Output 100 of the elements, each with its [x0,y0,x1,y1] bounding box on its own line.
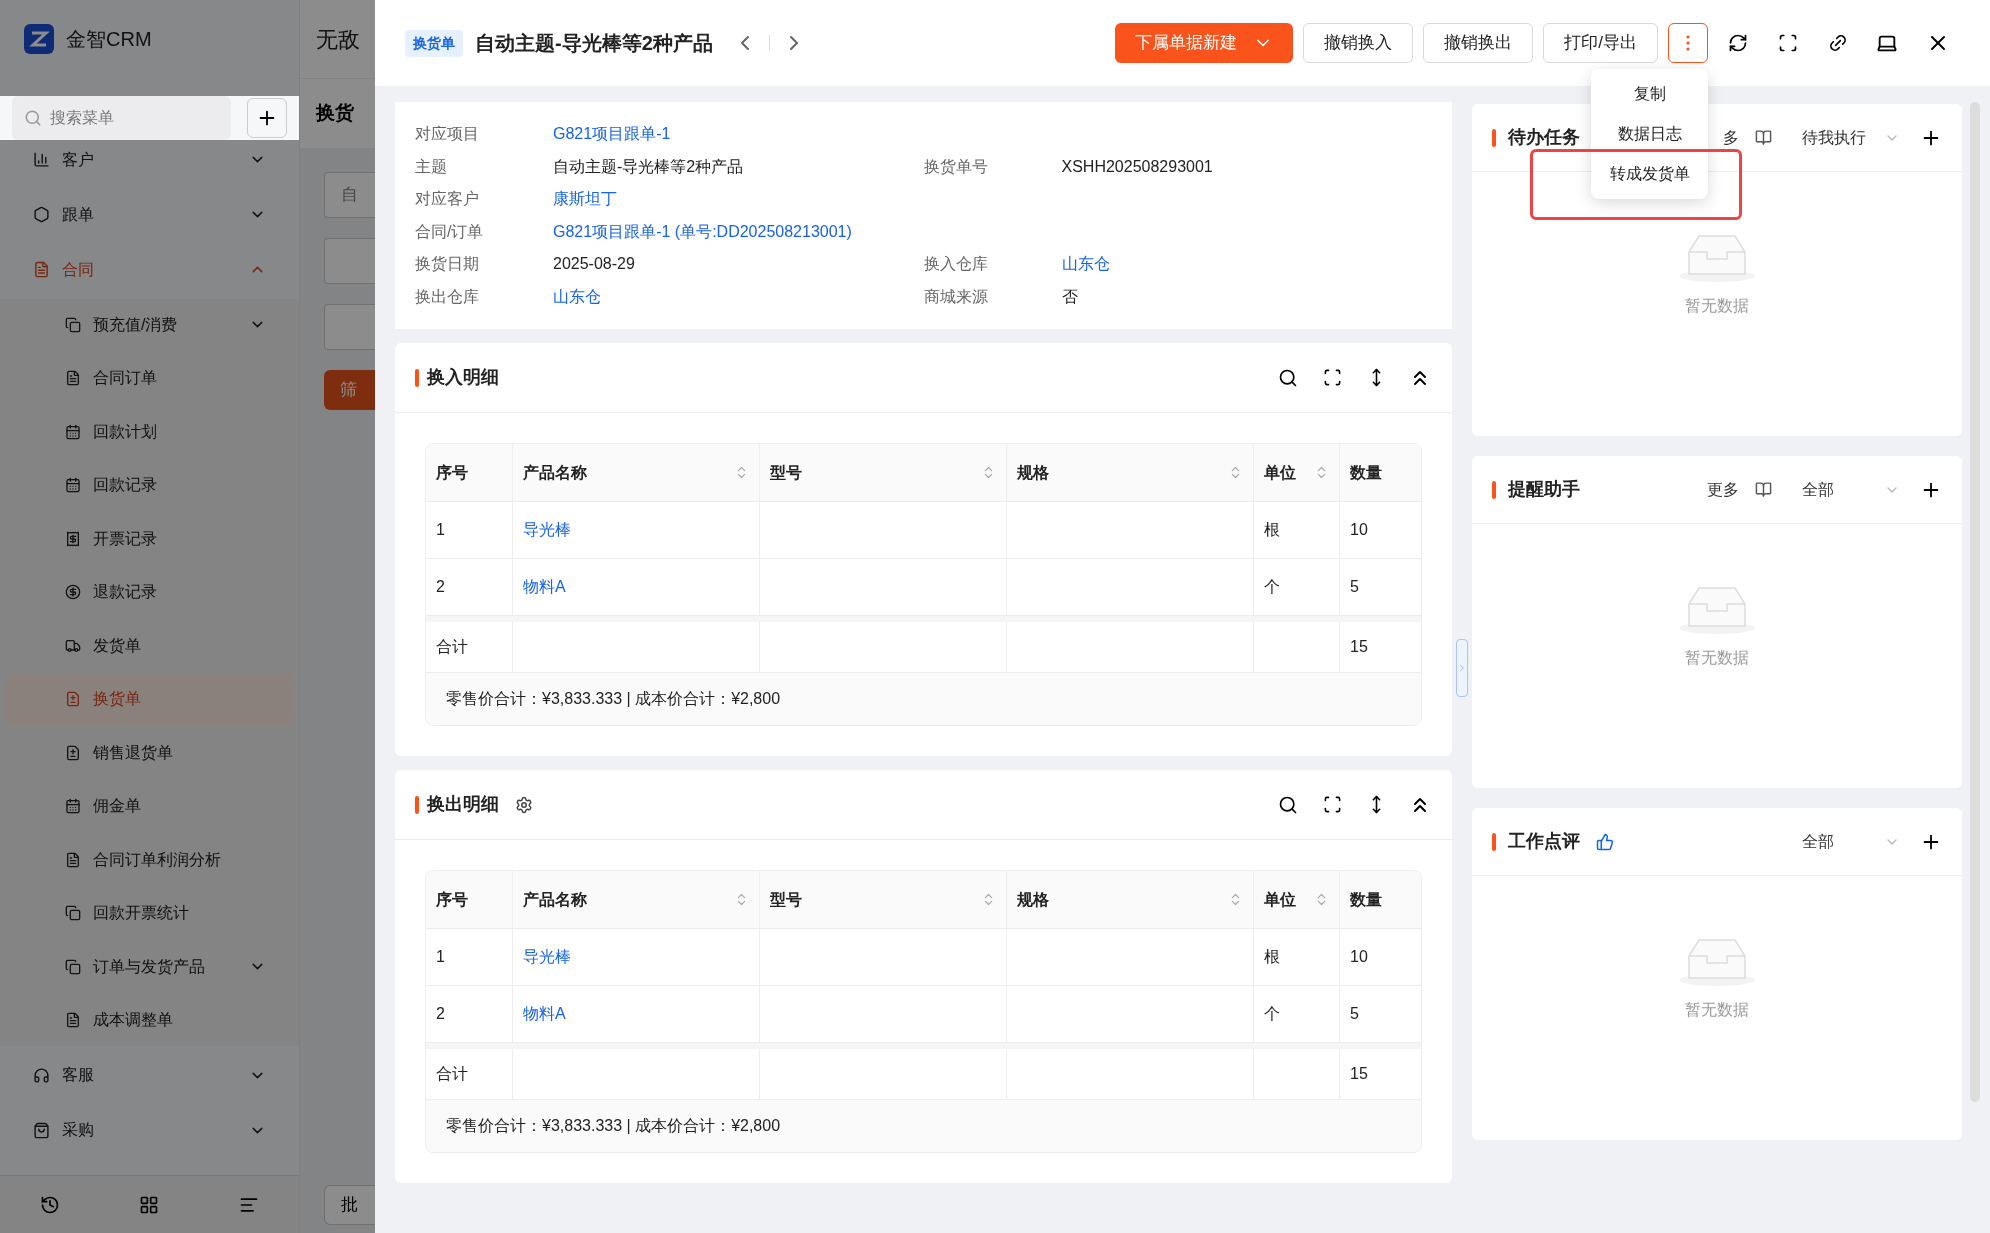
submenu-label: 退款记录 [93,582,158,602]
submenu-icon [65,477,81,493]
menu-item[interactable]: 采购 [0,1102,299,1158]
page-title: 无敌 [316,25,360,54]
more-link[interactable]: 更多 [1707,477,1739,502]
batch-button[interactable]: 批 [324,1185,375,1225]
table-cell-text: 根 [1264,520,1280,540]
panel-toggle[interactable] [1456,638,1468,697]
menu-icon [33,206,50,223]
table-cell-text: 个 [1264,577,1280,597]
input-field[interactable] [324,304,375,350]
submenu-icon [65,316,81,333]
price-summary: 零售价合计：¥3,833.333 | 成本价合计：¥2,800 [446,1116,781,1136]
submenu-label: 佣金单 [93,796,142,816]
thumbs-up-icon[interactable] [1596,832,1614,851]
menu-item[interactable]: 跟单 [0,187,299,242]
toolbar-button[interactable]: 撤销换出 [1423,23,1534,63]
toolbar-button[interactable]: 撤销换入 [1303,23,1414,63]
filter-select[interactable]: 全部 [1802,829,1900,854]
toolbar-button[interactable]: 打印/导出 [1543,23,1658,63]
filter-field[interactable]: 自 [324,172,375,218]
grid-icon[interactable] [139,1194,160,1215]
field-link[interactable]: 康斯坦丁 [553,187,617,212]
submenu-item[interactable]: 销售退货单 [5,726,294,779]
submenu-item[interactable]: 发货单 [5,619,294,672]
submenu-label: 发货单 [93,635,142,656]
menu-option[interactable]: 复制 [1591,74,1708,114]
submenu-icon [65,744,81,761]
submenu-label: 销售退货单 [93,742,174,763]
more-icon [1686,35,1690,51]
column-header: 序号 [436,889,469,910]
fullscreen-icon[interactable] [1323,368,1342,387]
book-icon[interactable] [1755,129,1772,146]
field-label: 对应项目 [415,124,480,145]
table-cell-text: 5 [1350,577,1359,597]
submenu-item[interactable]: 回款记录 [5,459,294,511]
column-header: 单位 [1264,462,1297,483]
empty-text: 暂无数据 [1685,1000,1749,1020]
submenu-item[interactable]: 开票记录 [5,512,294,565]
book-icon[interactable] [1755,481,1772,498]
product-link[interactable]: 导光棒 [523,518,571,542]
menu-item[interactable]: 合同 [0,242,299,297]
submenu-icon [65,958,81,975]
table-cell-text: 根 [1264,947,1280,967]
search-field[interactable]: 搜索菜单 [12,96,231,140]
chevron-right-icon [1457,662,1467,673]
field-label: 主题 [415,156,448,177]
submenu-label: 回款开票统计 [93,903,190,923]
submenu-label: 回款记录 [93,475,158,495]
field-link[interactable]: G821项目跟单-1 (单号:DD202508213001) [553,219,852,244]
submenu-item[interactable]: 佣金单 [5,780,294,832]
menu-option[interactable]: 数据日志 [1591,114,1708,154]
input-field[interactable] [324,238,375,284]
refresh-icon[interactable] [1728,33,1748,53]
submenu-label: 开票记录 [93,528,158,549]
product-link[interactable]: 物料A [523,1002,566,1026]
field-label: 商城来源 [923,286,989,307]
column-header: 产品名称 [523,462,588,483]
history-icon[interactable] [39,1194,60,1215]
widget-title: 待办任务 [1508,126,1580,149]
field-value: 否 [1061,286,1078,307]
add-button[interactable] [247,98,287,138]
more-button[interactable] [1668,23,1708,63]
fullscreen-icon[interactable] [1778,33,1798,53]
fullscreen-icon[interactable] [1323,795,1342,814]
field-value: XSHH202508293001 [1061,156,1213,177]
field-link[interactable]: 山东仓 [1061,252,1110,277]
filter-select[interactable]: 全部 [1802,477,1900,502]
filter-select[interactable]: 待我执行 [1802,125,1900,150]
submenu-item[interactable]: 回款计划 [5,405,294,458]
table-cell-text: 个 [1264,1004,1280,1024]
submenu-item[interactable]: 预充值/消费 [5,298,294,351]
submenu-item[interactable]: 成本调整单 [5,994,294,1046]
search-icon[interactable] [1278,367,1298,388]
submenu-item[interactable]: 订单与发货产品 [5,940,294,993]
field-link[interactable]: 山东仓 [553,284,601,309]
create-button[interactable]: 下属单据新建 [1115,23,1294,63]
product-link[interactable]: 导光棒 [523,945,571,969]
submenu-item[interactable]: 退款记录 [5,566,294,618]
menu-item[interactable]: 客服 [0,1047,299,1103]
scrollbar[interactable] [1970,102,1980,1102]
menu-option[interactable]: 转成发货单 [1591,154,1708,194]
logo-icon [24,24,54,54]
field-value: 2025-08-29 [553,254,635,275]
settings-icon[interactable] [515,795,533,814]
field-link[interactable]: G821项目跟单-1 [553,122,671,147]
submenu-item[interactable]: 合同订单 [5,352,294,404]
submenu-item[interactable]: 回款开票统计 [5,887,294,939]
widget-title: 提醒助手 [1508,478,1580,501]
search-icon[interactable] [1278,794,1298,815]
price-summary: 零售价合计：¥3,833.333 | 成本价合计：¥2,800 [446,689,781,709]
filter-button[interactable]: 筛 [324,370,375,410]
submenu-icon [65,530,81,547]
section-title: 换入明细 [427,366,499,389]
column-header: 型号 [770,889,803,910]
table-cell-text: 2 [436,1004,445,1024]
table-cell-text: 1 [436,520,445,540]
submenu-item[interactable]: 合同订单利润分析 [5,833,294,886]
more-link[interactable]: 多 [1723,125,1739,150]
product-link[interactable]: 物料A [523,575,566,599]
